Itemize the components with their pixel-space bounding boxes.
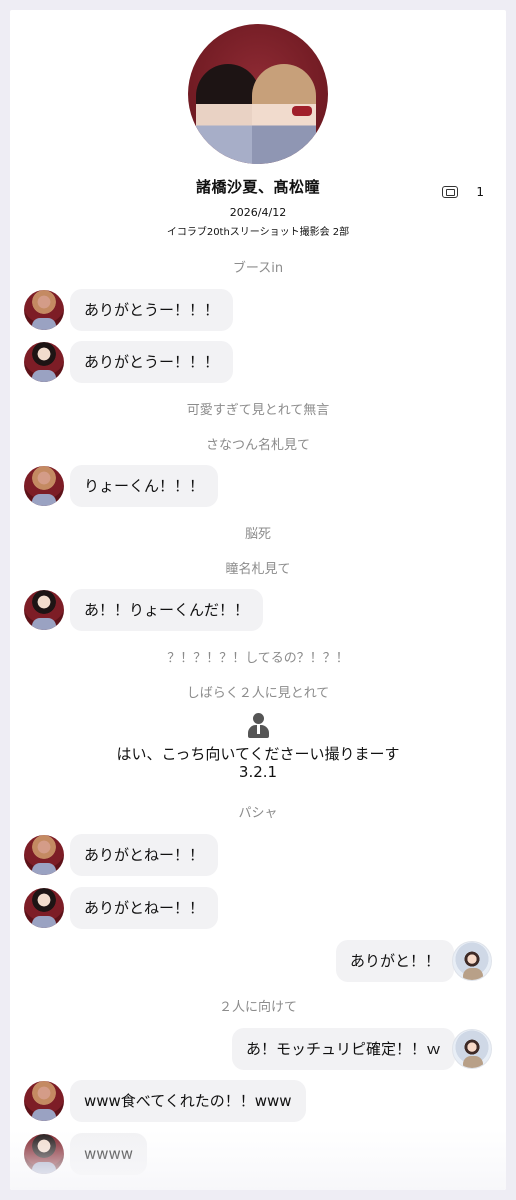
- avatar[interactable]: [452, 941, 492, 981]
- message-bubble: ありがとうー！！！: [70, 341, 234, 383]
- event-date: 2026/4/12: [229, 206, 287, 219]
- avatar[interactable]: [24, 342, 64, 382]
- avatar[interactable]: [24, 888, 64, 928]
- avatar[interactable]: [24, 290, 64, 330]
- narration: パシャ: [238, 806, 278, 821]
- message-bubble: ありがとうー！！！: [70, 289, 234, 331]
- message-row-self: ありがと！！: [330, 940, 496, 982]
- message-row: www食べてくれたの！！www: [24, 1080, 344, 1122]
- message-row: ありがとねー！！: [24, 887, 324, 929]
- message-row: りょーくん！！！: [24, 465, 324, 507]
- chat-title: 諸橋沙夏、髙松瞳: [195, 178, 320, 196]
- message-bubble: ありがとねー！！: [70, 834, 219, 876]
- message-row: あ！！りょーくんだ！！: [24, 589, 344, 631]
- staff-line: はい、こっち向いてくださーい撮りまーす: [116, 745, 400, 763]
- narration: 瞳名札見て: [225, 562, 291, 577]
- chat-header: 諸橋沙夏、髙松瞳 1 2026/4/12 イコラブ20thスリーショット撮影会 …: [10, 10, 506, 250]
- message-bubble: りょーくん！！！: [70, 465, 219, 507]
- message-bubble: ありがとねー！！: [70, 887, 219, 929]
- chat-card: 諸橋沙夏、髙松瞳 1 2026/4/12 イコラブ20thスリーショット撮影会 …: [10, 10, 506, 1190]
- event-name: イコラブ20thスリーショット撮影会 2部: [166, 227, 350, 238]
- staff-person-icon: [247, 713, 269, 739]
- message-row: ありがとうー！！！: [24, 289, 324, 331]
- avatar[interactable]: [24, 1081, 64, 1121]
- narration: 可愛すぎて見とれて無言: [186, 403, 330, 418]
- narration: ？！？！？！してるの？！？！: [167, 651, 349, 666]
- copies-count: 1: [476, 185, 484, 199]
- message-row: ありがとうー！！！: [24, 341, 324, 383]
- copies-indicator: 1: [442, 185, 484, 199]
- message-row: ありがとねー！！: [24, 834, 324, 876]
- message-bubble: あ！！りょーくんだ！！: [70, 589, 264, 631]
- avatar[interactable]: [24, 466, 64, 506]
- narration: ２人に向けて: [218, 1000, 297, 1015]
- narration: しばらく２人に見とれて: [186, 686, 330, 701]
- avatar[interactable]: [452, 1029, 492, 1069]
- staff-line: 3.2.1: [238, 763, 278, 781]
- avatar[interactable]: [24, 590, 64, 630]
- message-row-self: あ！モッチュリピ確定！！ｗ: [230, 1028, 496, 1070]
- message-bubble: www食べてくれたの！！www: [70, 1080, 306, 1122]
- group-photo: [188, 24, 328, 164]
- message-bubble: ありがと！！: [336, 940, 455, 982]
- message-bubble: あ！モッチュリピ確定！！ｗ: [232, 1028, 456, 1070]
- copy-icon: [442, 186, 459, 198]
- narration: 脳死: [244, 527, 271, 542]
- narration: さなつん名札見て: [205, 438, 310, 453]
- staff-announcement: はい、こっち向いてくださーい撮りまーす 3.2.1: [10, 713, 506, 781]
- avatar[interactable]: [24, 835, 64, 875]
- narration: ブースin: [232, 261, 284, 276]
